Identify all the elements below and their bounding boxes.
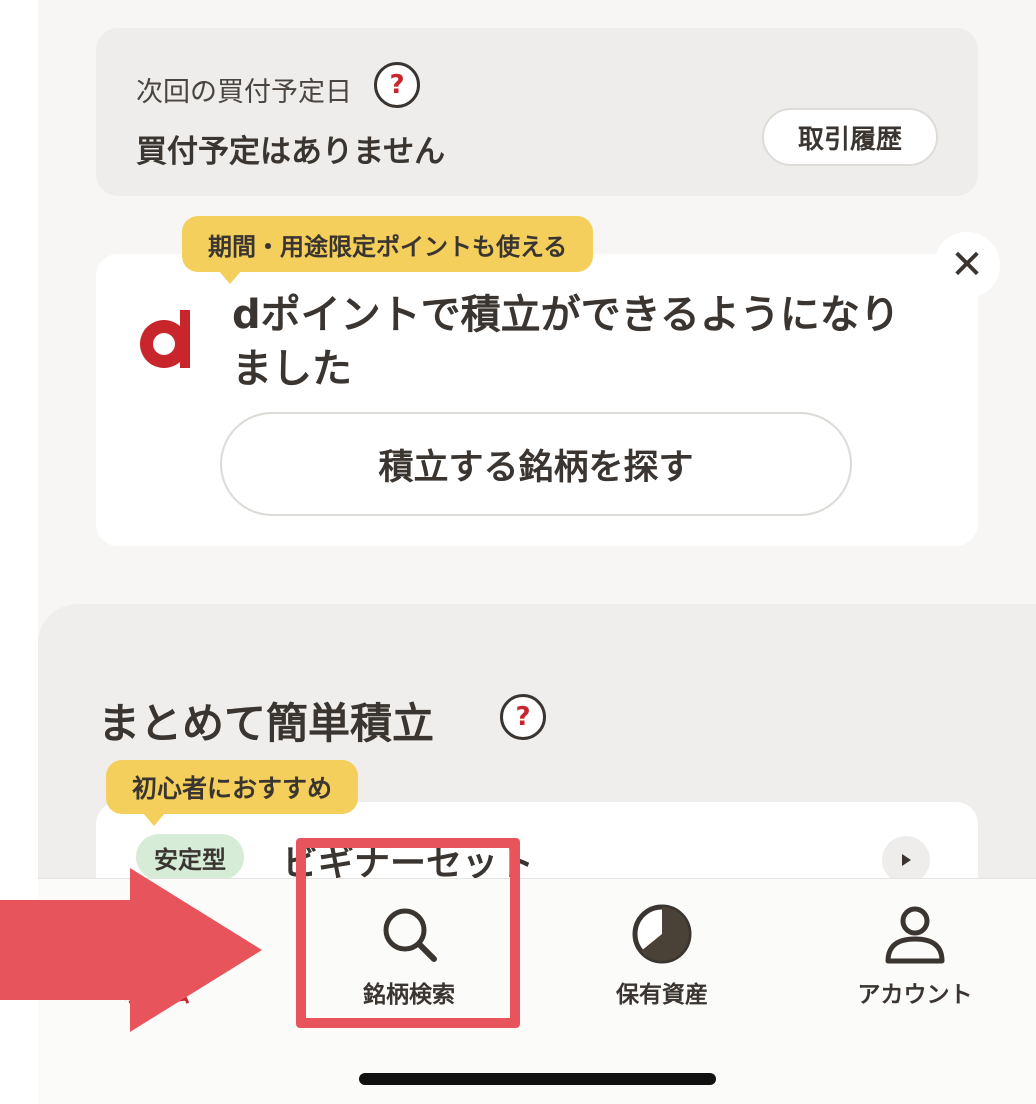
close-icon[interactable]: ✕: [934, 232, 1000, 298]
nav-item-holdings[interactable]: 保有資産: [562, 899, 762, 1019]
pie-chart-icon: [632, 904, 692, 964]
pointer-arrow: [0, 868, 262, 1032]
home-indicator: [359, 1073, 716, 1085]
nav-label-holdings: 保有資産: [616, 982, 708, 1008]
find-funds-button[interactable]: 積立する銘柄を探す: [220, 412, 852, 516]
promo-tag: 期間・用途限定ポイントも使える: [182, 216, 594, 284]
highlight-box: [296, 838, 520, 1028]
dpoint-logo: [140, 310, 190, 368]
beginner-tag: 初心者におすすめ: [106, 760, 359, 826]
person-icon: [885, 906, 945, 964]
next-purchase-card: 次回の買付予定日 ? 買付予定はありません 取引履歴: [96, 28, 978, 196]
section-title: まとめて簡単積立: [98, 699, 435, 748]
nav-label-account: アカウント: [857, 982, 973, 1008]
next-purchase-value: 買付予定はありません: [136, 134, 446, 170]
dpoint-promo-card: dポイントで積立ができるようになりました 積立する銘柄を探す: [96, 254, 978, 546]
next-purchase-label: 次回の買付予定日: [136, 77, 352, 108]
nav-item-account[interactable]: アカウント: [815, 899, 1015, 1019]
help-icon[interactable]: ?: [374, 62, 420, 108]
play-icon[interactable]: [882, 836, 930, 884]
transaction-history-button[interactable]: 取引履歴: [762, 108, 938, 166]
help-icon[interactable]: ?: [500, 694, 546, 740]
promo-title: dポイントで積立ができるようになりました: [232, 292, 900, 392]
